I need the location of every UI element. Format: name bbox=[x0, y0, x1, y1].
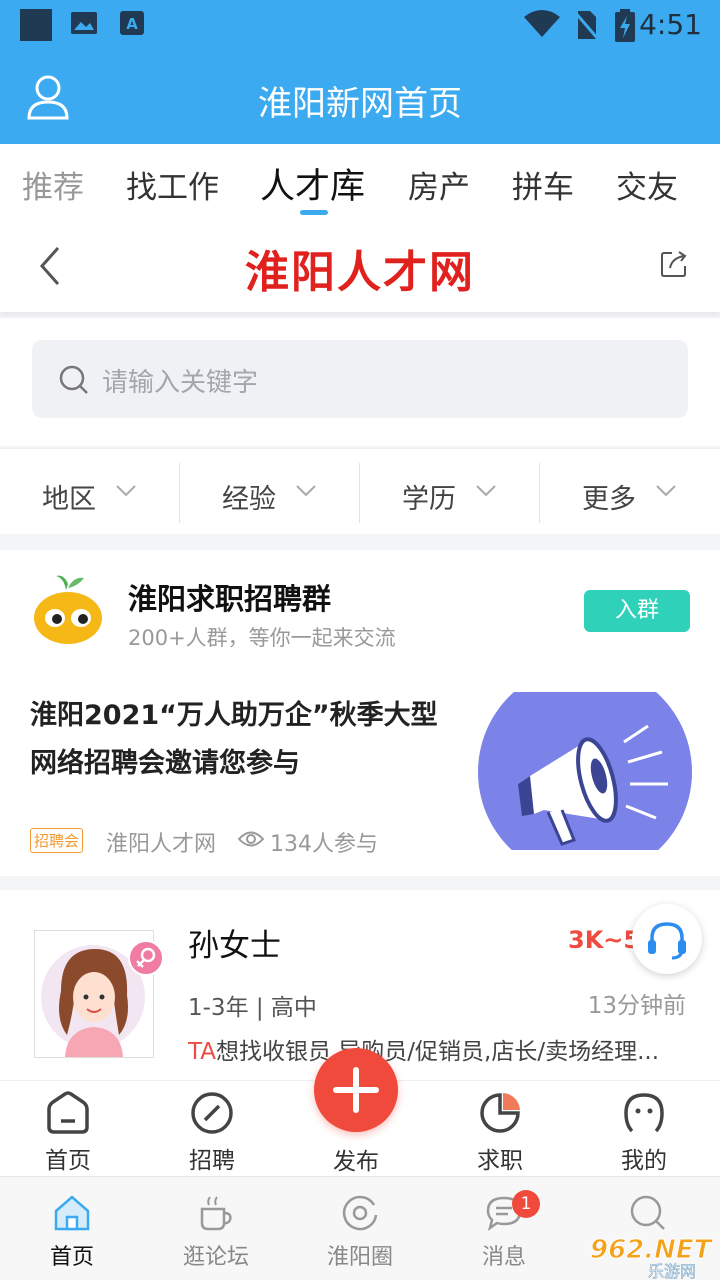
tab-carpool[interactable]: 拼车 bbox=[512, 162, 574, 207]
app-nav-label: 逛论坛 bbox=[182, 1245, 249, 1270]
news-tag: 招聘会 bbox=[30, 828, 84, 853]
app-nav-circle[interactable]: 淮阳圈 bbox=[300, 1193, 420, 1271]
feed-card-group: 淮阳求职招聘群 200+人群，等你一起来交流 入群 淮阳2021“万人助万企”秋… bbox=[0, 550, 720, 876]
pie-chart-icon bbox=[480, 1093, 520, 1133]
face-icon bbox=[624, 1093, 664, 1133]
watermark-domain: 962.NET bbox=[590, 1236, 714, 1265]
wifi-icon bbox=[524, 10, 560, 37]
image-notification-icon bbox=[71, 12, 97, 34]
news-source: 淮阳人才网 bbox=[106, 832, 217, 857]
app-nav-label: 淮阳圈 bbox=[326, 1245, 393, 1270]
status-time: 4:51 bbox=[639, 8, 702, 41]
filter-more[interactable]: 更多 bbox=[540, 463, 720, 523]
app-nav-label: 首页 bbox=[49, 1245, 94, 1270]
news-thumbnail[interactable] bbox=[478, 692, 692, 850]
site-nav-home[interactable]: 首页 bbox=[18, 1091, 118, 1175]
group-title: 淮阳求职招聘群 bbox=[128, 582, 332, 616]
site-nav-label: 招聘 bbox=[189, 1148, 235, 1174]
tab-recommend[interactable]: 推荐 bbox=[22, 162, 84, 207]
category-tabs: 推荐 找工作 人才库 房产 拼车 交友 bbox=[0, 144, 720, 220]
message-count-badge: 1 bbox=[512, 1190, 540, 1218]
search-icon bbox=[630, 1195, 665, 1230]
active-tab-indicator bbox=[300, 210, 328, 215]
filter-education[interactable]: 学历 bbox=[360, 463, 540, 523]
chevron-down-icon bbox=[656, 485, 676, 497]
tab-talent-pool[interactable]: 人才库 bbox=[260, 158, 365, 209]
app-nav-label: 消息 bbox=[481, 1245, 526, 1270]
filter-label: 地区 bbox=[42, 484, 96, 515]
female-gender-icon bbox=[128, 940, 164, 976]
site-nav-label: 首页 bbox=[45, 1148, 91, 1174]
publish-button[interactable] bbox=[314, 1048, 398, 1132]
chevron-down-icon bbox=[116, 485, 136, 497]
tab-dating[interactable]: 交友 bbox=[616, 162, 678, 207]
app-screen: A 4:51 淮阳新网首页 推荐 找工作 人才库 房产 拼车 交友 淮阳人才网 … bbox=[0, 0, 720, 1280]
publish-label: 发布 bbox=[333, 1149, 379, 1175]
seeker-time: 13分钟前 bbox=[587, 993, 686, 1019]
filter-label: 学历 bbox=[402, 484, 456, 515]
filter-bar: 地区 经验 学历 更多 bbox=[0, 448, 720, 534]
app-nav-messages[interactable]: 消息 bbox=[444, 1193, 564, 1271]
search-section: 请输入关键字 bbox=[0, 318, 720, 446]
coffee-cup-icon bbox=[200, 1196, 232, 1231]
customer-service-button[interactable] bbox=[632, 904, 702, 974]
join-group-button[interactable]: 入群 bbox=[584, 590, 690, 632]
site-nav-mine[interactable]: 我的 bbox=[594, 1091, 694, 1175]
search-icon bbox=[59, 365, 88, 394]
site-watermark: 962.NET 乐游网 bbox=[590, 1236, 715, 1280]
megaphone-icon bbox=[478, 692, 692, 850]
app-nav-forum[interactable]: 逛论坛 bbox=[156, 1193, 276, 1271]
font-notification-icon: A bbox=[120, 11, 144, 35]
seeker-name: 孙女士 bbox=[188, 928, 281, 964]
site-nav-label: 求职 bbox=[477, 1148, 523, 1174]
tab-find-job[interactable]: 找工作 bbox=[126, 162, 219, 207]
status-bar: A 4:51 bbox=[0, 0, 720, 50]
seeker-wanted-jobs: TA想找收银员,导购员/促销员,店长/卖场经理... bbox=[188, 1032, 688, 1066]
seeker-want-prefix: TA bbox=[188, 1039, 216, 1065]
seeker-want-text: 想找收银员,导购员/促销员,店长/卖场经理... bbox=[216, 1039, 660, 1065]
orange-mascot-icon bbox=[34, 575, 102, 644]
home-outline-icon bbox=[47, 1091, 89, 1134]
site-nav-job-seek[interactable]: 求职 bbox=[450, 1091, 550, 1175]
watermark-name: 乐游网 bbox=[648, 1262, 696, 1280]
no-sim-icon bbox=[572, 10, 600, 40]
seeker-salary: 3K~5 bbox=[568, 926, 641, 954]
group-subtitle: 200+人群，等你一起来交流 bbox=[128, 626, 396, 650]
filter-label: 经验 bbox=[222, 484, 276, 515]
site-bar: 淮阳人才网 bbox=[0, 220, 720, 312]
search-placeholder: 请输入关键字 bbox=[102, 368, 259, 398]
plus-icon bbox=[333, 1067, 379, 1113]
chevron-down-icon bbox=[296, 485, 316, 497]
home-icon bbox=[54, 1195, 90, 1231]
filter-region[interactable]: 地区 bbox=[0, 463, 180, 523]
notification-square-icon bbox=[20, 9, 52, 41]
app-nav-search[interactable] bbox=[588, 1193, 708, 1237]
app-nav-home[interactable]: 首页 bbox=[12, 1193, 132, 1271]
seeker-experience: 1-3年 | 高中 bbox=[188, 995, 317, 1021]
news-title[interactable]: 淮阳2021“万人助万企”秋季大型网络招聘会邀请您参与 bbox=[30, 692, 450, 788]
eye-icon bbox=[238, 831, 264, 847]
chevron-down-icon bbox=[476, 485, 496, 497]
compass-icon bbox=[191, 1092, 233, 1134]
svg-text:A: A bbox=[126, 15, 138, 33]
battery-charging-icon bbox=[615, 9, 635, 42]
tab-real-estate[interactable]: 房产 bbox=[408, 162, 470, 207]
site-nav-label: 我的 bbox=[621, 1148, 667, 1174]
filter-experience[interactable]: 经验 bbox=[180, 463, 360, 523]
site-nav-recruit[interactable]: 招聘 bbox=[162, 1091, 262, 1175]
news-participants: 134人参与 bbox=[270, 832, 378, 857]
page-title: 淮阳新网首页 bbox=[258, 84, 462, 124]
filter-label: 更多 bbox=[582, 484, 636, 515]
share-icon[interactable] bbox=[660, 250, 688, 278]
headset-icon bbox=[648, 922, 686, 960]
search-input[interactable]: 请输入关键字 bbox=[32, 340, 688, 418]
site-logo: 淮阳人才网 bbox=[245, 247, 475, 298]
circle-icon bbox=[342, 1195, 378, 1231]
app-header: A 4:51 淮阳新网首页 bbox=[0, 0, 720, 144]
